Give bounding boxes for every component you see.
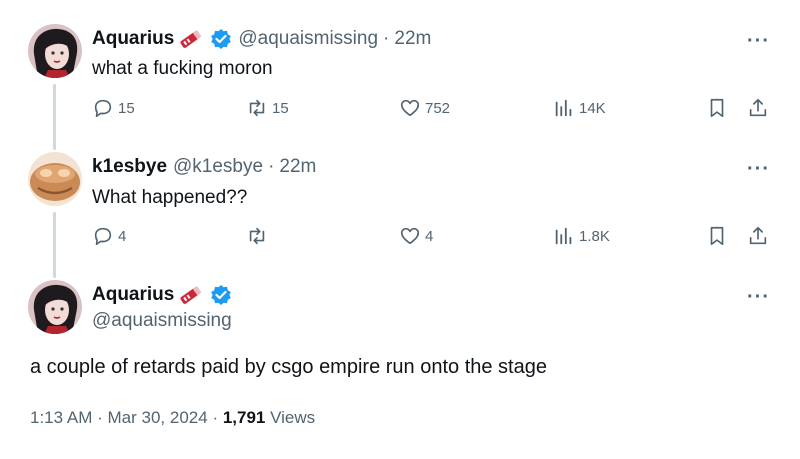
post-header: Aquarius @aquaismissing · 22m <box>92 28 431 50</box>
reply-post[interactable]: Aquarius @aquaismissing · 22m ··· what a… <box>0 0 800 140</box>
like-button[interactable]: 752 <box>399 97 450 119</box>
post-text: What happened?? <box>92 187 248 208</box>
repost-icon <box>249 227 265 245</box>
like-button[interactable]: 4 <box>399 225 433 247</box>
reply-post[interactable]: k1esbye @k1esbye · 22m ··· What happened… <box>0 140 800 270</box>
reply-button[interactable]: 4 <box>92 225 126 247</box>
views-button[interactable]: 1.8K <box>553 225 610 247</box>
share-icon <box>749 226 767 245</box>
display-name[interactable]: k1esbye <box>92 156 167 178</box>
post-header: k1esbye @k1esbye · 22m <box>92 156 316 178</box>
post-text: a couple of retards paid by csgo empire … <box>30 356 547 378</box>
reply-icon <box>94 99 112 118</box>
repost-button[interactable]: 15 <box>246 97 289 119</box>
reply-button[interactable]: 15 <box>92 97 135 119</box>
share-button[interactable] <box>747 97 769 119</box>
views-count: 1.8K <box>579 227 610 245</box>
handle[interactable]: @aquaismissing <box>92 310 232 332</box>
action-bar: 4 4 1.8K <box>92 225 782 251</box>
like-count: 4 <box>425 227 434 245</box>
more-icon[interactable]: ··· <box>747 159 770 179</box>
reply-icon <box>94 227 112 246</box>
avatar[interactable] <box>28 280 82 334</box>
like-icon <box>400 227 420 245</box>
bookmark-button[interactable] <box>706 225 728 247</box>
more-icon[interactable]: ··· <box>747 31 770 51</box>
handle[interactable]: @k1esbye <box>173 156 263 178</box>
bookmark-icon <box>710 98 724 118</box>
repost-count: 15 <box>272 99 289 117</box>
separator: · <box>383 28 390 49</box>
like-count: 752 <box>425 99 451 117</box>
repost-icon <box>249 99 265 117</box>
views-count: 1,791 <box>222 408 266 427</box>
bookmark-icon <box>710 226 724 246</box>
main-post: Aquarius @aquaismissing ··· a couple of … <box>0 270 800 459</box>
emoji-icon <box>178 29 204 49</box>
post-time[interactable]: 1:13 AM <box>30 408 92 427</box>
verified-badge-icon <box>210 28 232 50</box>
emoji-icon <box>178 285 204 305</box>
reply-count: 4 <box>118 227 127 245</box>
views-label: Views <box>270 408 316 427</box>
timestamp[interactable]: 22m <box>394 28 431 50</box>
post-header: Aquarius <box>92 284 232 306</box>
more-icon[interactable]: ··· <box>747 287 770 307</box>
avatar[interactable] <box>28 24 82 78</box>
timestamp[interactable]: 22m <box>279 156 316 178</box>
views-icon <box>555 227 572 245</box>
repost-button[interactable] <box>246 225 272 247</box>
verified-badge-icon <box>210 284 232 306</box>
display-name[interactable]: Aquarius <box>92 28 174 50</box>
separator: · <box>212 408 219 427</box>
separator: · <box>97 408 103 427</box>
reply-count: 15 <box>118 99 135 117</box>
views-button[interactable]: 14K <box>553 97 606 119</box>
separator: · <box>268 156 275 177</box>
views-icon <box>555 99 572 117</box>
avatar[interactable] <box>28 152 82 206</box>
post-date[interactable]: Mar 30, 2024 <box>108 408 208 427</box>
share-button[interactable] <box>747 225 769 247</box>
like-icon <box>400 99 420 117</box>
handle[interactable]: @aquaismissing <box>238 28 378 50</box>
views-count: 14K <box>579 99 606 117</box>
post-text: what a fucking moron <box>92 58 273 79</box>
share-icon <box>749 98 767 117</box>
display-name[interactable]: Aquarius <box>92 284 174 306</box>
bookmark-button[interactable] <box>706 97 728 119</box>
post-meta: 1:13 AM · Mar 30, 2024 · 1,791 Views <box>30 408 315 428</box>
action-bar: 15 15 752 14K <box>92 97 782 123</box>
